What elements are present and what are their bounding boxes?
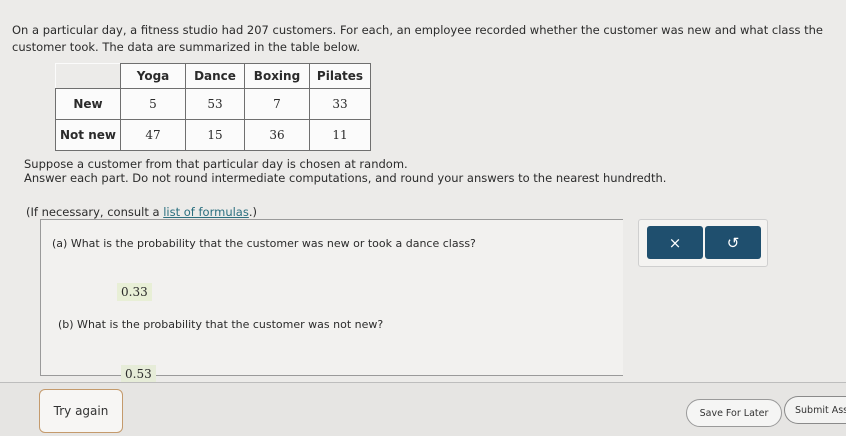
clear-button[interactable]: × (647, 226, 703, 259)
consult-prefix: (If necessary, consult a (26, 205, 164, 219)
table-cell: 15 (185, 119, 245, 151)
instructions-line-1: Suppose a customer from that particular … (24, 157, 408, 171)
instructions-line-2: Answer each part. Do not round intermedi… (24, 171, 667, 185)
table-cell: 5 (120, 88, 186, 120)
table-header-row: Yoga Dance Boxing Pilates (55, 63, 371, 89)
part-a-question: (a) What is the probability that the cus… (52, 237, 476, 250)
column-header-pilates: Pilates (309, 63, 371, 89)
data-table: Yoga Dance Boxing Pilates New 5 53 7 33 … (55, 63, 371, 151)
column-header-yoga: Yoga (120, 63, 186, 89)
instructions: Suppose a customer from that particular … (24, 157, 666, 185)
consult-formulas: (If necessary, consult a list of formula… (26, 205, 257, 219)
undo-icon: ↺ (726, 233, 740, 252)
part-a-answer-field[interactable]: 0.33 (117, 283, 152, 301)
table-row: New 5 53 7 33 (55, 88, 371, 120)
problem-intro: On a particular day, a fitness studio ha… (12, 23, 823, 54)
column-header-boxing: Boxing (244, 63, 310, 89)
column-header-dance: Dance (185, 63, 245, 89)
close-icon: × (668, 233, 682, 252)
table-cell: 53 (185, 88, 245, 120)
table-cell: 11 (309, 119, 371, 151)
consult-suffix: .) (248, 205, 257, 219)
table-cell: 33 (309, 88, 371, 120)
part-b-answer-field[interactable]: 0.53 (121, 365, 156, 383)
save-for-later-button[interactable]: Save For Later (686, 399, 782, 427)
part-b-question: (b) What is the probability that the cus… (58, 318, 384, 331)
formulas-link[interactable]: list of formulas (163, 205, 249, 219)
table-cell: 36 (244, 119, 310, 151)
try-again-button[interactable]: Try again (39, 389, 123, 433)
table-cell: 47 (120, 119, 186, 151)
submit-assignment-button[interactable]: Submit Ass (784, 396, 846, 424)
table-cell: 7 (244, 88, 310, 120)
row-header-new: New (55, 88, 121, 120)
table-row: Not new 47 15 36 11 (55, 119, 371, 151)
undo-button[interactable]: ↺ (705, 226, 761, 259)
table-corner-cell (55, 63, 121, 89)
row-header-not-new: Not new (55, 119, 121, 151)
